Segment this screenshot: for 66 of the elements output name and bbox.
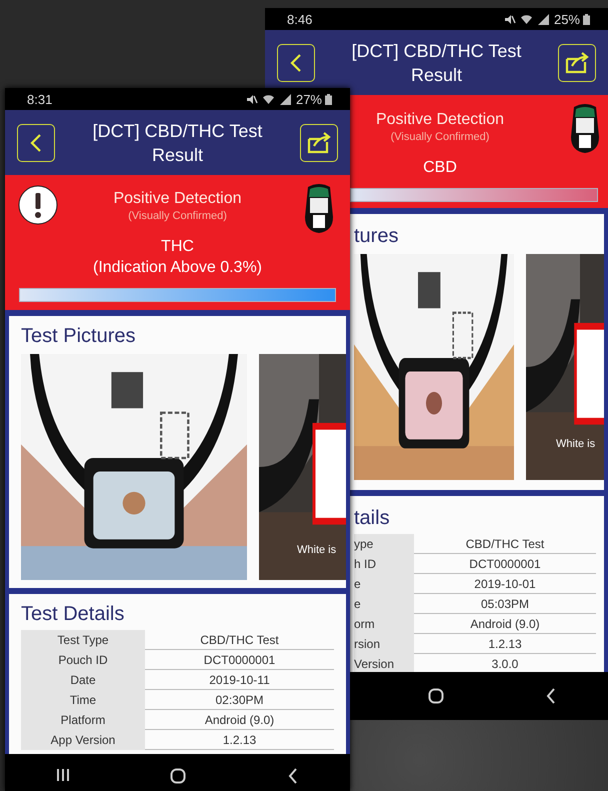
indication-note: (Indication Above 0.3%) <box>93 258 262 278</box>
result-subtitle: (Visually Confirmed) <box>390 130 490 144</box>
section-heading: tures <box>354 224 400 248</box>
status-time: 8:46 <box>287 12 312 26</box>
battery-percent: 25% <box>554 12 580 26</box>
battery-icon <box>325 94 332 104</box>
mute-icon <box>246 94 258 104</box>
back-icon[interactable] <box>288 768 298 784</box>
field-label: e <box>354 574 414 594</box>
field-label: Pouch ID <box>21 650 145 670</box>
pouch-icon <box>570 103 600 153</box>
screen-title: [DCT] CBD/THC Test Result <box>350 40 522 86</box>
field-label: Platform <box>21 710 145 730</box>
field-label: rsion <box>354 634 414 654</box>
result-title: Positive Detection <box>113 189 242 209</box>
back-button[interactable] <box>277 44 315 82</box>
result-title: Positive Detection <box>376 110 504 130</box>
substance-label: THC <box>161 237 194 257</box>
recents-icon[interactable] <box>56 768 70 782</box>
substance-label: CBD <box>423 158 457 178</box>
field-label: Test Type <box>21 630 145 650</box>
screen-title: [DCT] CBD/THC Test Result <box>92 120 264 166</box>
field-value: 1.2.13 <box>145 730 334 750</box>
field-value: DCT0000001 <box>414 554 596 574</box>
picture-caption: White is <box>297 544 336 556</box>
home-icon[interactable] <box>428 688 444 704</box>
chevron-left-icon <box>29 132 43 152</box>
section-heading: Test Details <box>21 602 126 626</box>
field-value: 2019-10-11 <box>145 670 334 690</box>
mute-icon <box>504 14 516 24</box>
battery-icon <box>583 14 590 24</box>
share-button[interactable] <box>558 44 596 82</box>
field-label: e <box>354 594 414 614</box>
share-button[interactable] <box>300 124 338 162</box>
result-subtitle: (Visually Confirmed) <box>128 209 227 223</box>
field-label: Time <box>21 690 145 710</box>
share-icon <box>306 132 332 154</box>
signal-icon <box>536 14 549 24</box>
field-value: 05:03PM <box>414 594 596 614</box>
field-value: 02:30PM <box>145 690 334 710</box>
share-icon <box>564 52 590 74</box>
back-icon[interactable] <box>546 688 556 704</box>
field-value: DCT0000001 <box>145 650 334 670</box>
field-value: 1.2.13 <box>414 634 596 654</box>
battery-percent: 27% <box>296 92 322 106</box>
field-label: Version <box>354 654 414 672</box>
back-button[interactable] <box>17 124 55 162</box>
section-heading: Test Pictures <box>21 324 136 348</box>
picture-caption: White is <box>556 438 596 450</box>
field-value: CBD/THC Test <box>145 630 334 650</box>
wifi-icon <box>262 94 274 104</box>
section-heading: tails <box>354 506 391 530</box>
field-value: Android (9.0) <box>145 710 334 730</box>
pouch-icon <box>304 183 334 233</box>
home-icon[interactable] <box>170 768 186 784</box>
field-label: App Version <box>21 730 145 750</box>
status-time: 8:31 <box>27 92 52 106</box>
field-value: CBD/THC Test <box>414 534 596 554</box>
field-value: Android (9.0) <box>414 614 596 634</box>
field-label: ype <box>354 534 414 554</box>
field-label: h ID <box>354 554 414 574</box>
chevron-left-icon <box>289 52 303 72</box>
field-value: 2019-10-01 <box>414 574 596 594</box>
wifi-icon <box>520 14 532 24</box>
field-label: Date <box>21 670 145 690</box>
field-label: orm <box>354 614 414 634</box>
